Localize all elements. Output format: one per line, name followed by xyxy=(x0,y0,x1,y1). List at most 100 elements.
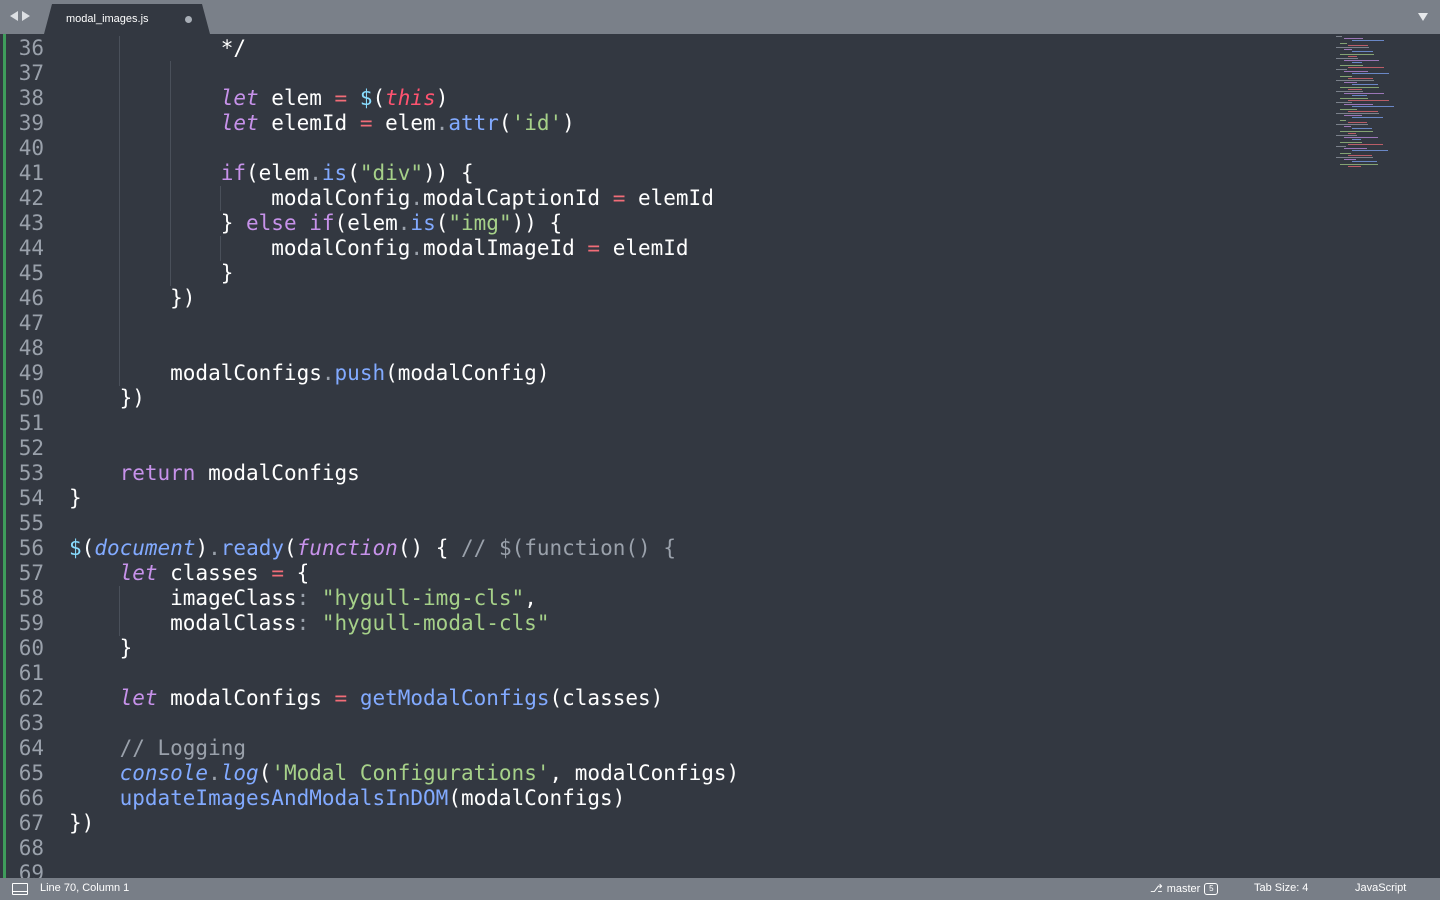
syntax-selector[interactable]: JavaScript xyxy=(1355,882,1406,894)
code-text: }) xyxy=(69,286,195,311)
minimap[interactable] xyxy=(1336,34,1400,174)
code-token: = xyxy=(612,186,626,210)
code-token: // Logging xyxy=(119,736,247,760)
code-token: ( xyxy=(284,536,297,560)
code-token: let xyxy=(220,111,259,135)
code-token: modalConfig xyxy=(69,186,411,210)
code-token: if xyxy=(220,161,247,185)
minimap-line xyxy=(1348,143,1383,145)
minimap-line xyxy=(1352,40,1384,42)
minimap-line xyxy=(1336,113,1379,114)
line-number: 38 xyxy=(18,86,44,110)
code-token: elemId xyxy=(600,236,689,260)
line-number: 64 xyxy=(18,736,44,760)
code-token: . xyxy=(208,536,221,560)
code-token: getModalConfigs xyxy=(359,686,550,710)
code-token: (modalConfig) xyxy=(385,361,550,385)
code-token: modalCaptionId xyxy=(423,186,613,210)
minimap-line xyxy=(1344,38,1363,40)
minimap-line xyxy=(1344,137,1378,139)
code-text: modalClass: "hygull-modal-cls" xyxy=(69,611,549,636)
line-number: 57 xyxy=(18,561,44,585)
tab-back-icon[interactable] xyxy=(10,11,18,21)
tabs-dropdown-icon[interactable] xyxy=(1418,13,1428,21)
code-token: imageClass xyxy=(69,586,297,610)
code-token: let xyxy=(119,686,158,710)
line-number: 62 xyxy=(18,686,44,710)
code-token: () { xyxy=(397,536,462,560)
minimap-line xyxy=(1352,62,1362,64)
code-text: $(document).ready(function() { // $(func… xyxy=(69,536,676,561)
code-token: { xyxy=(283,561,310,585)
minimap-line xyxy=(1344,126,1351,128)
code-token: = xyxy=(271,561,284,585)
line-number: 37 xyxy=(18,61,44,85)
code-token: "hygull-img-cls" xyxy=(321,586,525,610)
line-number: 36 xyxy=(18,36,44,60)
code-token: // $(function() { xyxy=(461,536,676,560)
minimap-line xyxy=(1348,66,1384,68)
line-number: 54 xyxy=(18,486,44,510)
code-token: modalConfigs xyxy=(69,361,322,385)
code-token: ) xyxy=(562,111,575,135)
minimap-line xyxy=(1344,159,1356,161)
minimap-line xyxy=(1348,99,1389,101)
code-editor[interactable]: 36 */37 38 let elem = $(this) 39 let elemI… xyxy=(0,34,1440,878)
code-text: if(elem.is("div")) { xyxy=(69,161,474,186)
minimap-line xyxy=(1340,108,1357,110)
code-token: else xyxy=(246,211,297,235)
code-token: console xyxy=(119,761,209,785)
code-token: }) xyxy=(69,386,145,410)
git-branch-count: 5 xyxy=(1204,882,1219,895)
code-token: "div" xyxy=(359,161,424,185)
unsaved-dot-icon[interactable] xyxy=(185,16,192,23)
code-token: . xyxy=(410,236,424,260)
code-token: ready xyxy=(220,536,284,560)
minimap-line xyxy=(1348,154,1372,156)
line-number: 53 xyxy=(18,461,44,485)
code-token: (elem xyxy=(334,211,398,235)
code-token: ( xyxy=(81,536,95,560)
minimap-line xyxy=(1352,150,1388,152)
minimap-line xyxy=(1336,36,1342,37)
line-number: 61 xyxy=(18,661,44,685)
tab-modal-images[interactable]: modal_images.js xyxy=(44,4,210,34)
code-token: )) { xyxy=(423,161,474,185)
code-token: */ xyxy=(69,36,247,60)
git-branch[interactable]: ⎇ master 5 xyxy=(1150,882,1219,895)
minimap-line xyxy=(1344,93,1384,95)
line-number: 58 xyxy=(18,586,44,610)
minimap-line xyxy=(1352,95,1367,97)
line-number: 66 xyxy=(18,786,44,810)
minimap-line xyxy=(1336,58,1358,59)
code-token: "hygull-modal-cls" xyxy=(321,611,550,635)
tab-size-selector[interactable]: Tab Size: 4 xyxy=(1254,882,1308,894)
indent-guide xyxy=(119,61,121,86)
minimap-line xyxy=(1336,80,1374,81)
minimap-line xyxy=(1340,152,1351,154)
tab-forward-icon[interactable] xyxy=(22,11,30,21)
code-token: }) xyxy=(69,286,196,310)
code-token: ( xyxy=(372,86,386,110)
code-token: document xyxy=(94,536,196,560)
code-token: } xyxy=(69,636,133,660)
minimap-line xyxy=(1344,82,1357,84)
code-token: (modalConfigs) xyxy=(448,786,626,810)
code-text: }) xyxy=(69,811,94,836)
code-token: . xyxy=(397,211,411,235)
minimap-line xyxy=(1336,69,1347,70)
panel-toggle-icon[interactable] xyxy=(12,883,28,895)
minimap-line xyxy=(1352,161,1377,163)
minimap-line xyxy=(1348,132,1356,134)
code-token: attr xyxy=(448,111,499,135)
code-token: return xyxy=(119,461,196,485)
code-token: "img" xyxy=(448,211,512,235)
code-token: = xyxy=(359,111,373,135)
